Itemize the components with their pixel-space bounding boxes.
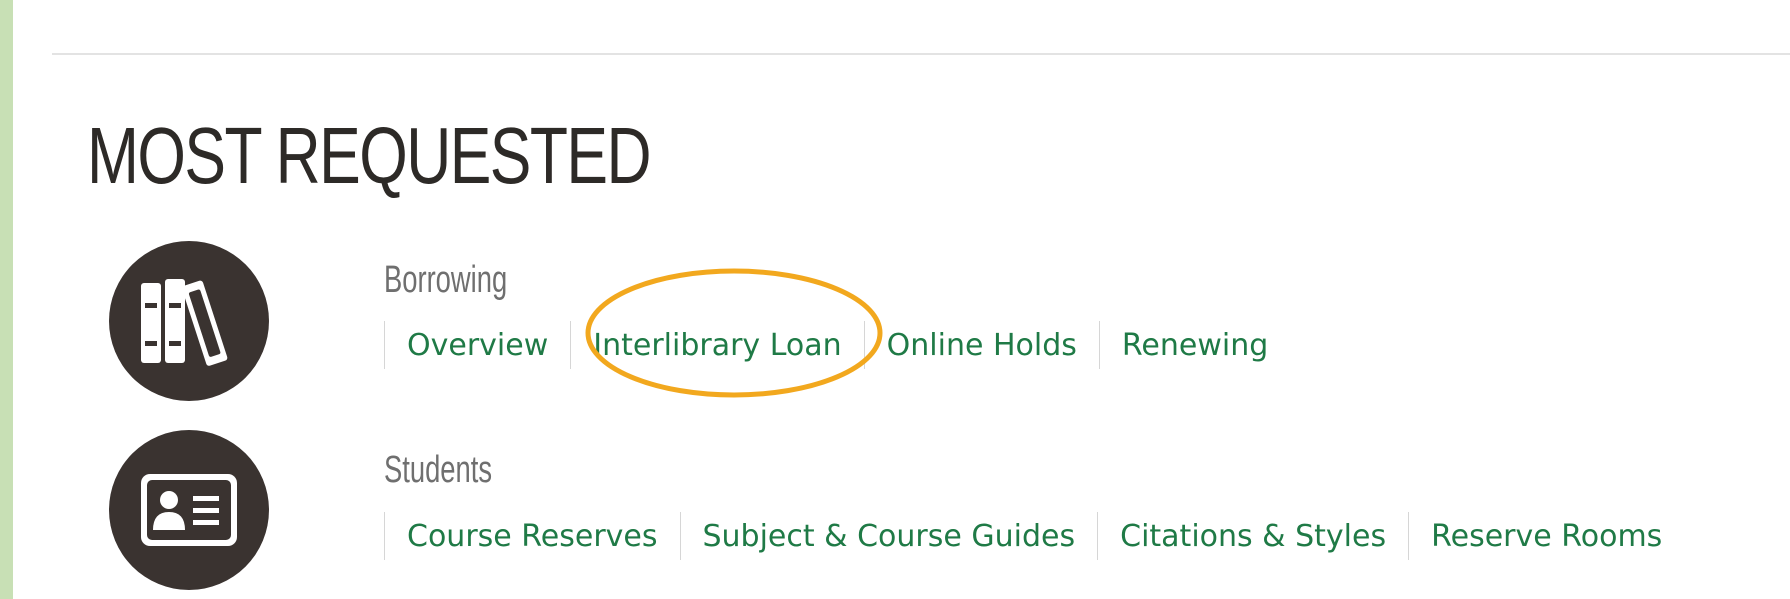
top-divider [52,53,1790,55]
link-overview[interactable]: Overview [384,321,570,369]
link-citations-styles[interactable]: Citations & Styles [1097,512,1408,560]
link-renewing[interactable]: Renewing [1098,321,1290,369]
link-course-reserves[interactable]: Course Reserves [384,512,680,560]
link-online-holds[interactable]: Online Holds [863,321,1099,369]
link-reserve-rooms[interactable]: Reserve Rooms [1408,512,1684,560]
students-links: Course Reserves Subject & Course Guides … [384,512,1684,560]
id-card-icon [109,430,269,590]
books-icon [109,241,269,401]
borrowing-links: Overview Interlibrary Loan Online Holds … [384,321,1290,369]
category-heading-students: Students [384,449,492,491]
main-content: MOST REQUESTED Borrowing Overview Interl… [13,0,1790,599]
section-title: MOST REQUESTED [87,111,652,200]
link-interlibrary-loan[interactable]: Interlibrary Loan [570,321,863,369]
category-heading-borrowing: Borrowing [384,259,508,301]
link-subject-course-guides[interactable]: Subject & Course Guides [679,512,1098,560]
